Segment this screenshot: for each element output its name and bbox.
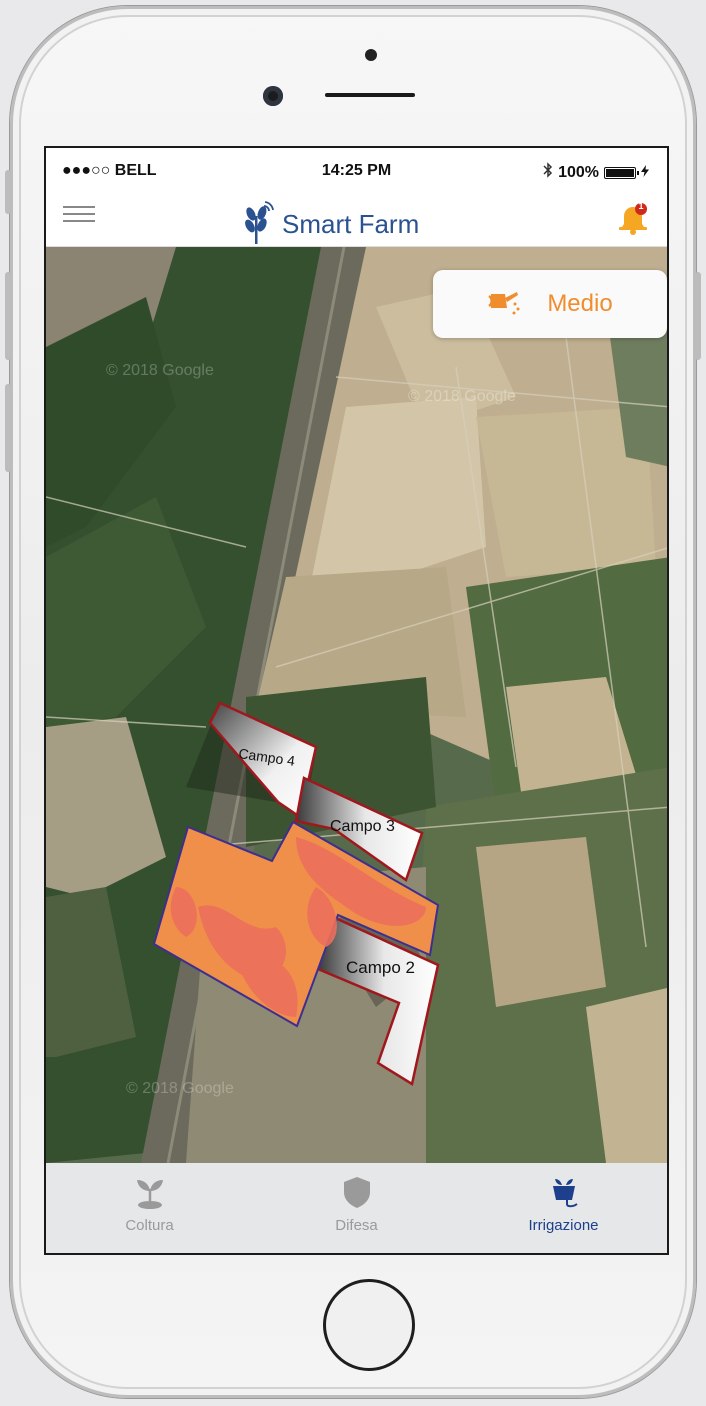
volume-down-button [5, 384, 11, 472]
charging-icon [641, 164, 649, 182]
bottom-tab-bar: Coltura Difesa Irrigazione [46, 1163, 667, 1253]
battery-percent: 100% [558, 163, 599, 181]
tab-difesa[interactable]: Difesa [253, 1163, 460, 1253]
battery-icon [604, 166, 639, 179]
plant-icon [133, 1175, 167, 1213]
satellite-map[interactable]: © 2018 Google © 2018 Google © 2018 Googl… [46, 246, 669, 1164]
tab-label: Irrigazione [528, 1217, 599, 1234]
app-header: Smart Farm 1 [46, 192, 667, 247]
tab-label: Coltura [125, 1217, 174, 1234]
power-button [695, 272, 701, 360]
irrigation-level-label: Medio [547, 290, 613, 317]
menu-icon[interactable] [63, 206, 95, 228]
tab-coltura[interactable]: Coltura [46, 1163, 253, 1253]
tab-label: Difesa [335, 1217, 378, 1234]
tab-irrigazione[interactable]: Irrigazione [460, 1163, 667, 1253]
map-watermark: © 2018 Google [408, 388, 516, 405]
home-button[interactable] [323, 1279, 415, 1371]
wheat-logo-icon [242, 200, 274, 249]
map-canvas[interactable]: © 2018 Google © 2018 Google © 2018 Googl… [46, 246, 669, 1164]
map-watermark: © 2018 Google [106, 362, 214, 379]
bluetooth-icon [543, 162, 553, 183]
map-watermark: © 2018 Google [126, 1080, 234, 1097]
watering-can-icon [487, 286, 521, 323]
volume-up-button [5, 272, 11, 360]
notification-count: 1 [638, 201, 644, 211]
irrigation-level-card[interactable]: Medio [433, 270, 667, 338]
front-sensor [365, 49, 377, 61]
bell-icon [615, 203, 651, 240]
status-bar: ●●●○○ BELL 14:25 PM 100% [46, 148, 667, 192]
front-camera [263, 86, 283, 106]
notifications-button[interactable]: 1 [615, 200, 651, 236]
app-title: Smart Farm [282, 209, 420, 239]
field-label-campo-3: Campo 3 [330, 818, 395, 835]
app-screen: ●●●○○ BELL 14:25 PM 100% Smart Farm 1 © … [44, 146, 669, 1255]
brand: Smart Farm [242, 200, 419, 249]
earpiece-speaker [325, 93, 415, 97]
irrigation-icon [547, 1175, 581, 1213]
mute-switch [5, 170, 11, 214]
field-label-campo-2: Campo 2 [346, 958, 415, 977]
shield-icon [340, 1175, 374, 1213]
